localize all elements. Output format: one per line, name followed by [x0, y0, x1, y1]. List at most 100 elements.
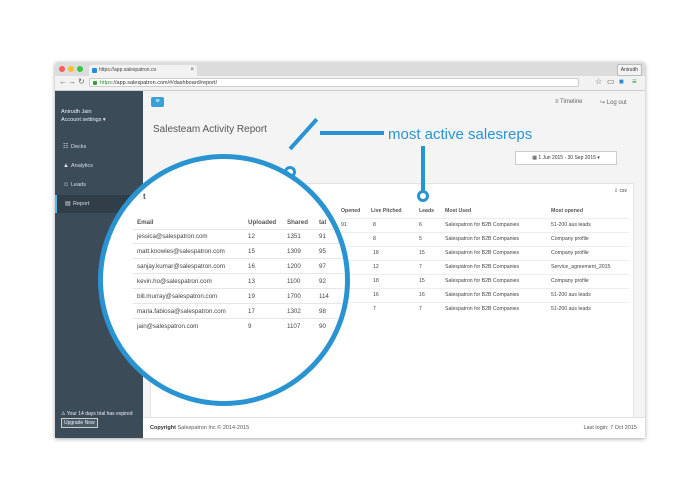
- sidebar-item-analytics[interactable]: ▲ Analytics: [55, 157, 143, 175]
- row-divider: [133, 303, 343, 304]
- cell-shared: 1100: [287, 278, 301, 285]
- date-range-button[interactable]: ▦ 1 Jun 2015 - 30 Sep 2015 ▾: [515, 151, 617, 165]
- cell-total: 98: [319, 308, 326, 315]
- column-header-most-opened: Most opened: [551, 208, 583, 214]
- cell-shared: 1200: [287, 263, 301, 270]
- lock-icon: [93, 81, 97, 85]
- cell-shared: 1309: [287, 248, 301, 255]
- cell-live-pitched: 12: [373, 264, 379, 270]
- timeline-link[interactable]: ≡ Timeline: [555, 99, 583, 105]
- close-window-icon[interactable]: [59, 66, 65, 72]
- tab-bar: https://app.salespatron.co × Anirudh: [55, 62, 645, 76]
- cell-email: maria.fabiosa@salespatron.com: [137, 308, 226, 315]
- forward-icon[interactable]: →: [68, 77, 76, 86]
- tab-title: https://app.salespatron.co: [99, 67, 157, 73]
- maximize-window-icon[interactable]: [77, 66, 83, 72]
- address-bar: ← → ↻ https://app.salespatron.com/#/dash…: [55, 76, 645, 91]
- menu-toggle-button[interactable]: ≡: [151, 97, 164, 107]
- close-tab-icon[interactable]: ×: [190, 65, 194, 76]
- extension-icon[interactable]: ■: [619, 78, 627, 86]
- cell-email: jessica@salespatron.com: [137, 233, 208, 240]
- cell-leads: 15: [419, 250, 425, 256]
- cell-uploaded: 12: [248, 233, 255, 240]
- header-divider: [133, 229, 343, 230]
- row-divider: [341, 232, 629, 233]
- cell-shared: 1302: [287, 308, 301, 315]
- row-divider: [341, 260, 629, 261]
- minimize-window-icon[interactable]: [68, 66, 74, 72]
- browser-menu-icon[interactable]: ≡: [632, 78, 640, 86]
- trial-notice: ⚠ Your 14 days trial has expired Upgrade…: [61, 410, 141, 428]
- column-header-live-pitched: Live Pitched: [371, 208, 402, 214]
- cell-live-pitched: 8: [373, 236, 376, 242]
- cell-most-opened: Company profile: [551, 236, 589, 242]
- url-field[interactable]: https://app.salespatron.com/#/dashboard/…: [89, 78, 579, 87]
- copyright-rest: Salespatron Inc © 2014-2015: [175, 425, 250, 431]
- sidebar-item-leads[interactable]: ☺ Leads: [55, 176, 143, 194]
- cell-uploaded: 17: [248, 308, 255, 315]
- column-header-leads: Leads: [419, 208, 434, 214]
- cell-most-used: Salespatron for B2B Companies: [445, 250, 520, 256]
- upgrade-button[interactable]: Upgrade Now: [61, 418, 98, 428]
- sidebar-item-decks[interactable]: ☷ Decks: [55, 138, 143, 156]
- row-divider: [341, 274, 629, 275]
- row-divider: [341, 302, 629, 303]
- cell-uploaded: 9: [248, 323, 252, 330]
- profile-chip[interactable]: Anirudh: [616, 64, 642, 76]
- callout-line-vertical: [421, 146, 425, 192]
- csv-download-button[interactable]: ⇩ csv: [614, 188, 627, 194]
- cell-live-pitched: 18: [373, 250, 379, 256]
- cell-uploaded: 16: [248, 263, 255, 270]
- sidebar-item-label: Decks: [71, 144, 87, 150]
- cell-most-opened: 51-200 aus leads: [551, 292, 591, 298]
- row-divider: [133, 243, 343, 244]
- copyright-text: Copyright Salespatron Inc © 2014-2015: [150, 418, 249, 438]
- row-divider: [133, 258, 343, 259]
- cell-most-used: Salespatron for B2B Companies: [445, 292, 520, 298]
- browser-tab[interactable]: https://app.salespatron.co ×: [89, 65, 197, 76]
- cell-email: kevin.ho@salespatron.com: [137, 278, 212, 285]
- column-header-most-used: Most Used: [445, 208, 472, 214]
- page-title: Salesteam Activity Report: [153, 124, 267, 135]
- cell-leads: 7: [419, 264, 422, 270]
- sidebar-user: Anirudh Jain Account settings ▾: [61, 108, 106, 124]
- cell-most-used: Salespatron for B2B Companies: [445, 278, 520, 284]
- cell-most-opened: Company profile: [551, 278, 589, 284]
- footer: Copyright Salespatron Inc © 2014-2015 La…: [143, 417, 645, 438]
- cell-total: 92: [319, 278, 326, 285]
- panel-title-fragment: t: [143, 192, 146, 201]
- cell-leads: 15: [419, 278, 425, 284]
- header-divider: [341, 218, 629, 219]
- cell-opened: 91: [341, 222, 347, 228]
- account-settings-link[interactable]: Account settings ▾: [61, 116, 106, 124]
- callout-anchor-leads: [417, 190, 429, 202]
- cell-live-pitched: 8: [373, 222, 376, 228]
- leads-icon: ☺: [63, 182, 70, 188]
- column-header-shared: Shared: [287, 219, 308, 226]
- cell-uploaded: 19: [248, 293, 255, 300]
- cell-most-used: Salespatron for B2B Companies: [445, 222, 520, 228]
- reload-icon[interactable]: ↻: [78, 77, 85, 86]
- copyright-label: Copyright: [150, 425, 176, 431]
- cell-shared: 1107: [287, 323, 301, 330]
- last-login: Last login: 7 Oct 2015: [583, 425, 637, 431]
- logout-link[interactable]: ↪ Log out: [600, 99, 627, 106]
- callout-line-horizontal: [320, 131, 384, 135]
- back-icon[interactable]: ←: [59, 77, 67, 86]
- cell-most-used: Salespatron for B2B Companies: [445, 236, 520, 242]
- column-header-email: Email: [137, 219, 154, 226]
- bookmark-star-icon[interactable]: ☆: [595, 78, 603, 86]
- cell-live-pitched: 18: [373, 278, 379, 284]
- user-name: Anirudh Jain: [61, 109, 92, 115]
- url-path: ://app.salespatron.com/#/dashboard/repor…: [111, 80, 218, 86]
- cell-email: bill.murray@salespatron.com: [137, 293, 218, 300]
- cell-email: sanjay.kumar@salespatron.com: [137, 263, 226, 270]
- cell-most-opened: Company profile: [551, 250, 589, 256]
- trial-text: ⚠ Your 14 days trial has expired: [61, 411, 133, 417]
- sidebar-item-label: Leads: [71, 182, 86, 188]
- cast-icon[interactable]: ▭: [607, 78, 615, 86]
- cell-live-pitched: 16: [373, 292, 379, 298]
- row-divider: [341, 246, 629, 247]
- cell-uploaded: 13: [248, 278, 255, 285]
- magnifier-lens: t Email Uploaded Shared tal jessica@sale…: [98, 154, 350, 406]
